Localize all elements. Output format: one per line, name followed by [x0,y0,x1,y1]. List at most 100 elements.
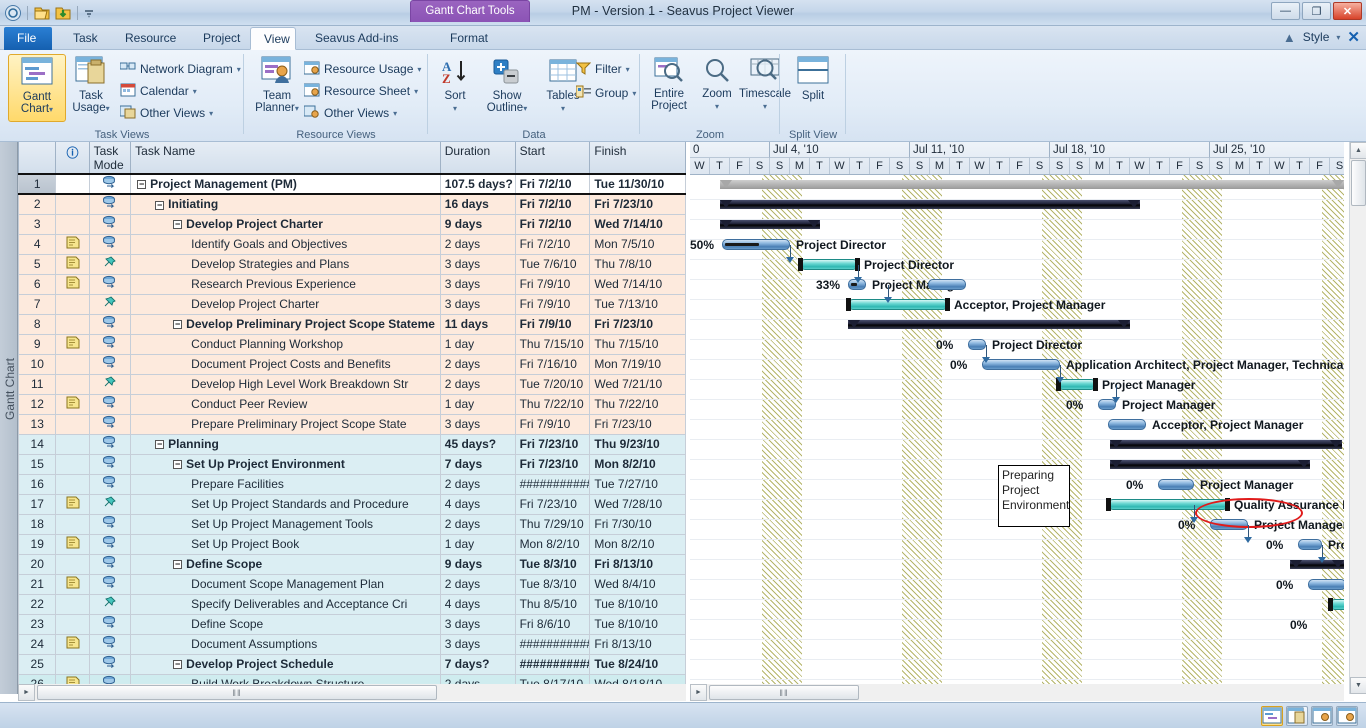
note-indicator-icon[interactable] [55,493,90,515]
group-button[interactable]: Group ▾ [575,82,636,104]
task-mode-auto-icon[interactable] [88,433,132,455]
duration-cell[interactable]: 107.5 days? [439,173,516,195]
finish-cell[interactable]: Mon 8/2/10 [589,533,686,555]
table-row[interactable]: 4 Identify Goals and Objectives 2 days Fri … [18,233,686,255]
task-name-cell[interactable]: Develop High Level Work Breakdown Str [130,373,441,395]
calendar-caret-icon[interactable]: ▾ [193,87,197,96]
row-id-cell[interactable]: 25 [18,653,57,675]
gantt-scroll-thumb[interactable]: ‖‖ [709,685,859,700]
duration-cell[interactable]: 1 day [439,533,516,555]
table-row[interactable]: 1− Project Management (PM) 107.5 days? Fri … [18,173,686,195]
task-usage-caret-icon[interactable]: ▾ [106,104,110,113]
calendar-button[interactable]: Calendar ▾ [120,80,197,102]
table-row[interactable]: 10 Document Project Costs and Benefits 2 d… [18,353,686,375]
task-bar[interactable] [800,259,858,270]
row-id-cell[interactable]: 12 [18,393,57,415]
gantt-chart-area[interactable]: 50% Project Director Project Director 33% Pr… [690,175,1344,694]
table-row[interactable]: 18 Set Up Project Management Tools 2 days T… [18,513,686,535]
close-document-button[interactable]: ✕ [1347,28,1360,46]
col-header-task-name[interactable]: Task Name [130,142,441,175]
resource-usage-button[interactable]: Resource Usage ▾ [303,58,421,80]
scroll-down-button[interactable]: ▼ [1350,677,1366,694]
finish-cell[interactable]: Wed 7/14/10 [589,213,686,235]
duration-cell[interactable]: 3 days [439,633,516,655]
start-cell[interactable]: Mon 8/2/10 [514,533,591,555]
task-name-cell[interactable]: Prepare Preliminary Project Scope State [130,413,441,435]
finish-cell[interactable]: Fri 7/30/10 [589,513,686,535]
table-row[interactable]: 19 Set Up Project Book 1 day Mon 8/2/10 Mon … [18,533,686,555]
resource-sheet-button[interactable]: Resource Sheet ▾ [303,80,418,102]
grid-scroll-right-button[interactable]: ► [18,684,35,701]
tab-resource[interactable]: Resource [112,27,189,50]
task-mode-auto-icon[interactable] [88,473,132,495]
row-id-cell[interactable]: 22 [18,593,57,615]
other-views-resource-button[interactable]: Other Views ▾ [303,102,397,124]
resource-usage-caret-icon[interactable]: ▾ [417,65,421,74]
col-header-indicators[interactable]: ⓘ [55,142,90,175]
duration-cell[interactable]: 3 days [439,413,516,435]
task-mode-auto-icon[interactable] [88,213,132,235]
col-header-select-all[interactable] [18,142,57,175]
table-row[interactable]: 7 Develop Project Charter 3 days Fri 7/9/10… [18,293,686,315]
row-id-cell[interactable]: 20 [18,553,57,575]
finish-cell[interactable]: Wed 7/21/10 [589,373,686,395]
start-cell[interactable]: Fri 7/2/10 [514,193,591,215]
task-name-cell[interactable]: Document Project Costs and Benefits [130,353,441,375]
resource-sheet-caret-icon[interactable]: ▾ [414,87,418,96]
note-indicator-icon[interactable] [55,253,90,275]
task-mode-auto-icon[interactable] [88,633,132,655]
task-mode-auto-icon[interactable] [88,393,132,415]
finish-cell[interactable]: Tue 11/30/10 [589,173,686,195]
start-cell[interactable]: Fri 7/9/10 [514,313,591,335]
row-id-cell[interactable]: 7 [18,293,57,315]
row-id-cell[interactable]: 8 [18,313,57,335]
duration-cell[interactable]: 4 days [439,593,516,615]
duration-cell[interactable]: 9 days [439,553,516,575]
finish-cell[interactable]: Fri 8/13/10 [589,633,686,655]
help-chevron-icon[interactable]: ▲ [1283,30,1296,45]
start-cell[interactable]: Fri 7/23/10 [514,493,591,515]
start-cell[interactable]: Fri 7/9/10 [514,273,591,295]
table-row[interactable]: 9 Conduct Planning Workshop 1 day Thu 7/15/… [18,333,686,355]
col-header-duration[interactable]: Duration [439,142,516,175]
other-views-resource-caret-icon[interactable]: ▾ [393,109,397,118]
finish-cell[interactable]: Fri 7/23/10 [589,313,686,335]
minimize-button[interactable]: — [1271,2,1300,20]
table-row[interactable]: 25− Develop Project Schedule 7 days? ######… [18,653,686,675]
task-bar[interactable] [1308,579,1344,590]
tab-seavus-add-ins[interactable]: Seavus Add-ins [302,27,411,50]
team-planner-view-button[interactable] [1311,706,1333,726]
collapse-expand-icon[interactable]: − [173,660,183,670]
row-id-cell[interactable]: 13 [18,413,57,435]
task-mode-auto-icon[interactable] [88,513,132,535]
table-row[interactable]: 3− Develop Project Charter 9 days Fri 7/2/1… [18,213,686,235]
task-mode-auto-icon[interactable] [88,653,132,675]
note-indicator-icon[interactable] [55,393,90,415]
task-name-cell[interactable]: − Develop Project Charter [130,213,441,235]
summary-bar[interactable] [1110,460,1310,469]
table-row[interactable]: 5 Develop Strategies and Plans 3 days Tue 7… [18,253,686,275]
row-id-cell[interactable]: 1 [18,173,57,195]
gantt-chart-caret-icon[interactable]: ▾ [49,105,53,114]
network-diagram-caret-icon[interactable]: ▾ [237,65,241,74]
finish-cell[interactable]: Fri 8/13/10 [589,553,686,575]
sort-caret-icon[interactable]: ▾ [453,104,457,113]
task-name-cell[interactable]: Conduct Peer Review [130,393,441,415]
task-name-cell[interactable]: − Project Management (PM) [130,173,441,195]
finish-cell[interactable]: Thu 9/23/10 [589,433,686,455]
duration-cell[interactable]: 9 days [439,213,516,235]
task-usage-view-button[interactable] [1286,706,1308,726]
finish-cell[interactable]: Wed 7/14/10 [589,273,686,295]
summary-bar[interactable] [1110,440,1342,449]
table-row[interactable]: 20− Define Scope 9 days Tue 8/3/10 Fri 8/13/… [18,553,686,575]
task-usage-button[interactable]: Task Usage▾ [62,56,120,116]
duration-cell[interactable]: 3 days [439,273,516,295]
start-cell[interactable]: Fri 7/9/10 [514,413,591,435]
task-name-cell[interactable]: Identify Goals and Objectives [130,233,441,255]
style-caret-icon[interactable]: ▾ [1336,33,1340,42]
vertical-scroll-thumb[interactable] [1351,160,1366,206]
gantt-chart-button[interactable]: Gantt Chart▾ [8,54,66,122]
contextual-tab-gantt-chart-tools[interactable]: Gantt Chart Tools [410,0,530,22]
restore-button[interactable]: ❐ [1302,2,1331,20]
start-cell[interactable]: Tue 7/6/10 [514,253,591,275]
